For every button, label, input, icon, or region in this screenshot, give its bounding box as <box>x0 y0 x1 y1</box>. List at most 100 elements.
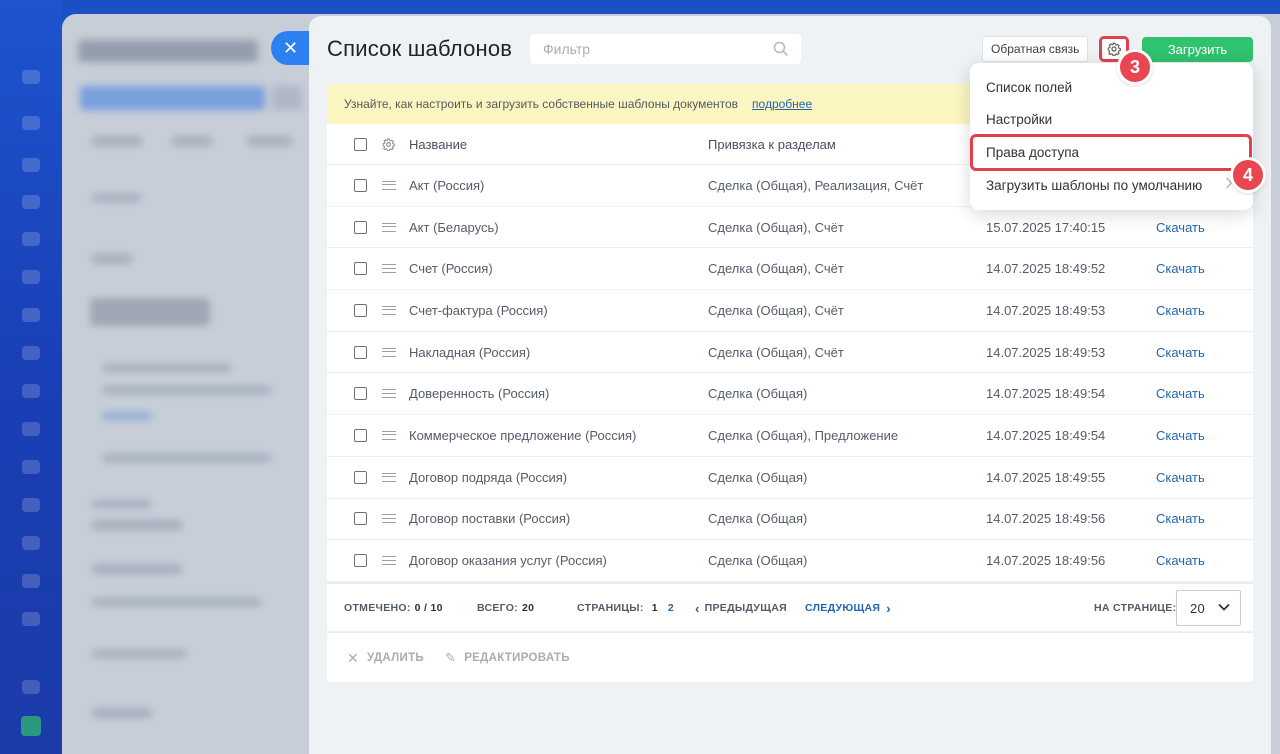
table-row[interactable]: Договор подряда (Россия) Сделка (Общая) 14… <box>327 457 1253 499</box>
column-settings-gear-icon[interactable] <box>382 138 395 151</box>
template-name: Договор поставки (Россия) <box>409 511 571 527</box>
download-link[interactable]: Скачать <box>1156 499 1205 540</box>
template-binding: Сделка (Общая) <box>708 469 808 485</box>
total-value: 20 <box>522 602 535 614</box>
template-binding: Сделка (Общая) <box>708 386 808 402</box>
delete-label: УДАЛИТЬ <box>367 652 424 664</box>
row-checkbox[interactable] <box>354 387 367 401</box>
delete-action[interactable]: ✕ УДАЛИТЬ <box>347 633 424 683</box>
template-name: Счет-фактура (Россия) <box>409 302 548 318</box>
table-row[interactable]: Счет (Россия) Сделка (Общая), Счёт 14.07.2… <box>327 248 1253 291</box>
row-checkbox[interactable] <box>354 554 367 568</box>
filter-box[interactable] <box>530 34 801 64</box>
template-name: Договор оказания услуг (Россия) <box>409 553 607 569</box>
template-name: Договор подряда (Россия) <box>409 469 568 485</box>
menu-item-settings[interactable]: Настройки <box>986 112 1052 127</box>
template-date: 14.07.2025 18:49:56 <box>986 511 1106 527</box>
table-row[interactable]: Коммерческое предложение (Россия) Сделка … <box>327 415 1253 457</box>
row-checkbox[interactable] <box>354 512 367 526</box>
drag-handle-icon[interactable] <box>382 514 396 524</box>
download-link[interactable]: Скачать <box>1156 457 1205 498</box>
chevron-left-icon: ‹ <box>695 600 700 616</box>
row-checkbox[interactable] <box>354 303 367 317</box>
bg-nav-icon <box>22 422 40 436</box>
template-date: 14.07.2025 18:49:53 <box>986 302 1106 318</box>
download-link[interactable]: Скачать <box>1156 415 1205 456</box>
template-date: 15.07.2025 17:40:15 <box>986 219 1106 235</box>
row-checkbox[interactable] <box>354 345 367 359</box>
drag-handle-icon[interactable] <box>382 389 396 399</box>
bg-nav-icon <box>22 498 40 512</box>
row-checkbox[interactable] <box>354 262 367 276</box>
table-row[interactable]: Акт (Беларусь) Сделка (Общая), Счёт 15.07.… <box>327 207 1253 249</box>
bg-nav-icon <box>21 716 41 736</box>
edit-action[interactable]: ✎ РЕДАКТИРОВАТЬ <box>445 633 570 683</box>
table-row[interactable]: Доверенность (Россия) Сделка (Общая) 14.07… <box>327 373 1253 416</box>
table-row[interactable]: Накладная (Россия) Сделка (Общая), Счёт 14… <box>327 332 1253 374</box>
filter-input[interactable] <box>530 34 760 64</box>
close-icon: ✕ <box>347 649 360 666</box>
pagination: СТРАНИЦЫ: 1 2 <box>577 584 674 632</box>
table-footer: ОТМЕЧЕНО: 0 / 10 ВСЕГО: 20 СТРАНИЦЫ: 1 2… <box>327 583 1253 631</box>
select-all-checkbox[interactable] <box>354 137 367 151</box>
prev-page-button[interactable]: ‹ ПРЕДЫДУЩАЯ <box>695 584 787 632</box>
banner-more-link[interactable]: подробнее <box>752 97 812 111</box>
table-row[interactable]: Счет-фактура (Россия) Сделка (Общая), Счё… <box>327 290 1253 332</box>
per-page-select[interactable]: 20 <box>1176 590 1241 626</box>
bg-nav-icon <box>22 574 40 588</box>
template-date: 14.07.2025 18:49:54 <box>986 427 1106 443</box>
download-link[interactable]: Скачать <box>1156 332 1205 373</box>
download-link[interactable]: Скачать <box>1156 248 1205 289</box>
drag-handle-icon[interactable] <box>382 305 396 315</box>
bg-nav-icon <box>22 680 40 694</box>
upload-button[interactable]: Загрузить <box>1142 37 1253 62</box>
settings-menu: Список полей Настройки Права доступа Заг… <box>970 63 1253 210</box>
table-row[interactable]: Договор поставки (Россия) Сделка (Общая) 1… <box>327 499 1253 541</box>
total-label: ВСЕГО: <box>477 602 519 614</box>
page-2-link[interactable]: 2 <box>668 602 674 614</box>
bg-nav-icon <box>22 308 40 322</box>
menu-item-load-defaults[interactable]: Загрузить шаблоны по умолчанию <box>986 178 1202 193</box>
download-link[interactable]: Скачать <box>1156 373 1205 414</box>
next-page-button[interactable]: СЛЕДУЮЩАЯ › <box>805 584 891 632</box>
background-sidebar <box>0 0 62 754</box>
row-checkbox[interactable] <box>354 470 367 484</box>
download-link[interactable]: Скачать <box>1156 290 1205 331</box>
template-name: Накладная (Россия) <box>409 344 531 360</box>
drag-handle-icon[interactable] <box>382 222 396 232</box>
column-header-binding[interactable]: Привязка к разделам <box>708 124 836 164</box>
next-label: СЛЕДУЮЩАЯ <box>805 602 881 614</box>
pages-label: СТРАНИЦЫ: <box>577 602 644 614</box>
template-name: Акт (Россия) <box>409 177 485 193</box>
menu-item-access-rights[interactable]: Права доступа <box>986 145 1079 160</box>
edit-label: РЕДАКТИРОВАТЬ <box>464 652 570 664</box>
template-date: 14.07.2025 18:49:53 <box>986 344 1106 360</box>
drag-handle-icon[interactable] <box>382 264 396 274</box>
column-header-name[interactable]: Название <box>409 124 467 164</box>
bg-nav-icon <box>22 612 40 626</box>
template-name: Счет (Россия) <box>409 261 493 277</box>
menu-item-fields-list[interactable]: Список полей <box>986 80 1072 95</box>
template-binding: Сделка (Общая), Предложение <box>708 427 899 443</box>
table-row[interactable]: Договор оказания услуг (Россия) Сделка (О… <box>327 540 1253 582</box>
search-icon[interactable] <box>773 41 789 57</box>
row-checkbox[interactable] <box>354 178 367 192</box>
drag-handle-icon[interactable] <box>382 472 396 482</box>
row-checkbox[interactable] <box>354 220 367 234</box>
feedback-button[interactable]: Обратная связь <box>982 36 1089 62</box>
drag-handle-icon[interactable] <box>382 347 396 357</box>
row-checkbox[interactable] <box>354 428 367 442</box>
page-1: 1 <box>651 602 658 614</box>
bg-nav-icon <box>22 195 40 209</box>
template-binding: Сделка (Общая), Счёт <box>708 261 844 277</box>
chevron-right-icon: › <box>886 600 891 616</box>
template-binding: Сделка (Общая) <box>708 553 808 569</box>
step-badge-3: 3 <box>1117 49 1153 85</box>
download-link[interactable]: Скачать <box>1156 540 1205 581</box>
drag-handle-icon[interactable] <box>382 556 396 566</box>
drag-handle-icon[interactable] <box>382 180 396 190</box>
download-link[interactable]: Скачать <box>1156 207 1205 248</box>
drag-handle-icon[interactable] <box>382 430 396 440</box>
selected-value: 0 / 10 <box>414 602 443 614</box>
bg-nav-icon <box>22 346 40 360</box>
